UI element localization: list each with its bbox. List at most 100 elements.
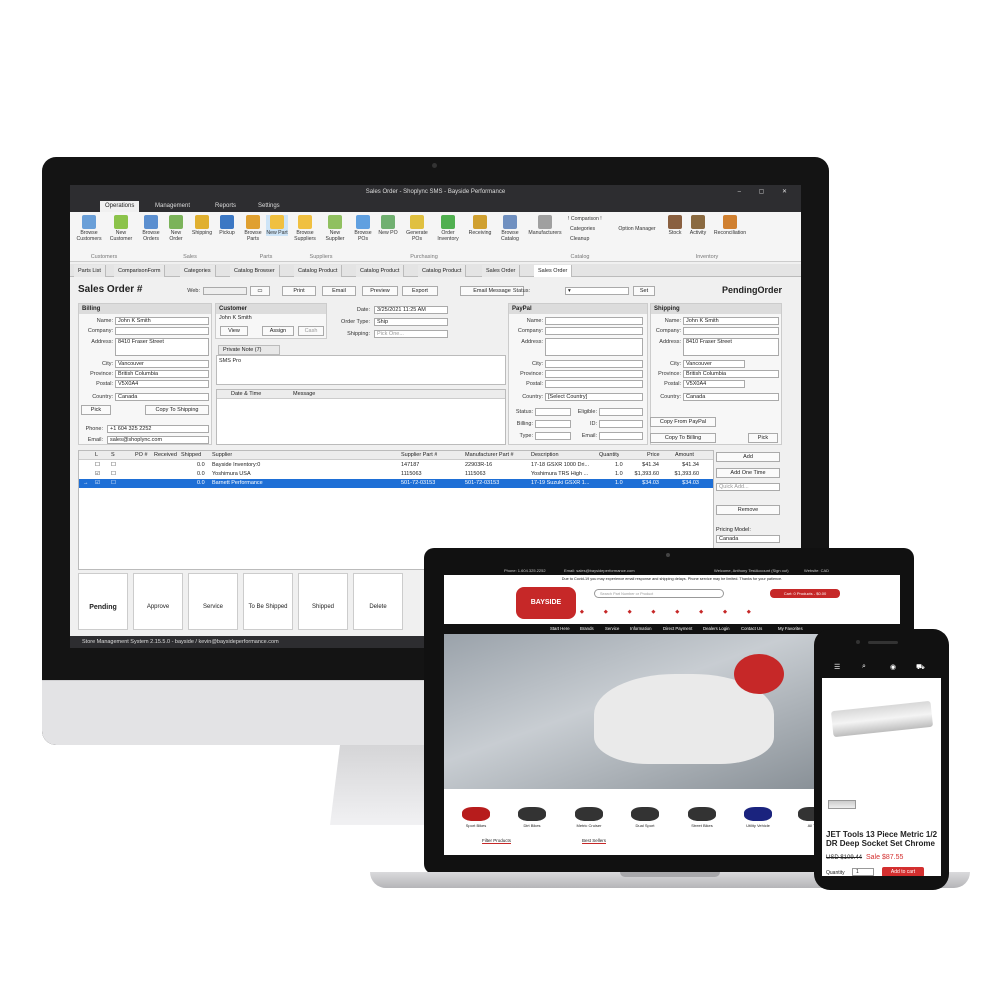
- paypal-address-field[interactable]: [545, 338, 643, 356]
- nav-item[interactable]: Information: [630, 624, 652, 634]
- doc-tab-active[interactable]: Sales Order: [534, 265, 573, 277]
- set-status-button[interactable]: Set: [633, 286, 655, 296]
- stock-button[interactable]: Stock: [664, 215, 686, 236]
- view-customer-button[interactable]: View: [220, 326, 248, 336]
- copy-to-shipping-button[interactable]: Copy To Shipping: [145, 405, 209, 415]
- category-street-bikes[interactable]: Street Bikes: [682, 807, 722, 828]
- pending-status-button[interactable]: Pending: [78, 573, 128, 630]
- row-checkbox-s[interactable]: ☐: [111, 479, 116, 488]
- pricing-model-select[interactable]: Canada: [716, 535, 780, 543]
- browse-suppliers-button[interactable]: Browse Suppliers: [292, 215, 318, 242]
- tab-settings[interactable]: Settings: [253, 201, 285, 212]
- paypal-billing-field[interactable]: [535, 420, 571, 428]
- billing-address-field[interactable]: 8410 Fraser Street: [115, 338, 209, 356]
- assign-customer-button[interactable]: Assign: [262, 326, 294, 336]
- category-utility-vehicle[interactable]: Utility Vehicle: [738, 807, 778, 828]
- shipping-address-field[interactable]: 8410 Fraser Street: [683, 338, 779, 356]
- private-note-tab[interactable]: Private Note (7): [218, 345, 280, 355]
- comparison-button[interactable]: ! Comparison !: [568, 216, 608, 222]
- browse-pos-button[interactable]: Browse POs: [352, 215, 374, 242]
- billing-city-field[interactable]: Vancouver: [115, 360, 209, 368]
- doc-tab[interactable]: Catalog Product: [294, 265, 343, 277]
- email-field[interactable]: sales@shoplync.com: [107, 436, 209, 444]
- nav-item[interactable]: Start Here: [550, 624, 570, 634]
- paypal-status-field[interactable]: [535, 408, 571, 416]
- receiving-button[interactable]: Receiving: [466, 215, 494, 236]
- doc-tab[interactable]: Sales Order: [482, 265, 521, 277]
- add-to-cart-button[interactable]: Add to cart: [882, 867, 924, 876]
- paypal-email-field[interactable]: [599, 432, 643, 440]
- delete-status-button[interactable]: Delete: [353, 573, 403, 630]
- new-part-button[interactable]: New Part: [266, 215, 288, 236]
- billing-province-select[interactable]: British Columbia: [115, 370, 209, 378]
- paypal-company-field[interactable]: [545, 327, 643, 335]
- nav-item[interactable]: Contact Us: [741, 624, 762, 634]
- search-icon[interactable]: ⌕: [862, 663, 866, 671]
- window-controls[interactable]: – ▢ ✕: [738, 185, 795, 199]
- billing-pick-button[interactable]: Pick: [81, 405, 111, 415]
- site-currency[interactable]: Website: CAD: [804, 567, 829, 575]
- user-icon[interactable]: ◉: [890, 663, 896, 671]
- add-item-button[interactable]: Add: [716, 452, 780, 462]
- row-checkbox-s[interactable]: ☐: [111, 461, 116, 470]
- shipping-company-field[interactable]: [683, 327, 779, 335]
- table-row[interactable]: ☐ ☐ 0.0 Bayside Inventory:0 147187 22903R…: [79, 461, 713, 470]
- cleanup-button[interactable]: Cleanup: [570, 236, 610, 242]
- shipped-status-button[interactable]: Shipped: [298, 573, 348, 630]
- billing-company-field[interactable]: [115, 327, 209, 335]
- doc-tab[interactable]: Parts List: [74, 265, 106, 277]
- shipping-postal-field[interactable]: V5X0A4: [683, 380, 745, 388]
- menu-icon[interactable]: ☰: [834, 663, 840, 671]
- preview-button[interactable]: Preview: [362, 286, 398, 296]
- category-dual-sport[interactable]: Dual Sport: [625, 807, 665, 828]
- doc-tab[interactable]: Catalog Product: [418, 265, 467, 277]
- row-checkbox-l[interactable]: ☑: [95, 479, 100, 488]
- doc-tab[interactable]: Catalog Browser: [230, 265, 280, 277]
- quantity-stepper[interactable]: 1: [852, 868, 874, 876]
- billing-name-field[interactable]: John K Smith: [115, 317, 209, 325]
- tab-reports[interactable]: Reports: [210, 201, 241, 212]
- shipping-method-select[interactable]: Pick One...: [374, 330, 448, 338]
- paypal-eligible-field[interactable]: [599, 408, 643, 416]
- paypal-country-select[interactable]: [Select Country]: [545, 393, 643, 401]
- shipping-name-field[interactable]: John K Smith: [683, 317, 779, 325]
- add-one-time-button[interactable]: Add One Time: [716, 468, 780, 478]
- paypal-id-field[interactable]: [599, 420, 643, 428]
- print-button[interactable]: Print: [282, 286, 316, 296]
- to-be-shipped-status-button[interactable]: To Be Shipped: [243, 573, 293, 630]
- private-note-text[interactable]: SMS Pro: [216, 355, 506, 385]
- site-search-input[interactable]: Search Part Number or Product: [594, 589, 724, 598]
- doc-tab[interactable]: Categories: [180, 265, 216, 277]
- option-manager-button[interactable]: Option Manager: [614, 226, 660, 232]
- shipping-button[interactable]: Shipping: [189, 215, 215, 236]
- nav-item[interactable]: Dealers Login: [703, 624, 730, 634]
- service-status-button[interactable]: Service: [188, 573, 238, 630]
- best-sellers-tab[interactable]: Best Sellers: [582, 838, 607, 844]
- copy-to-billing-button[interactable]: Copy To Billing: [650, 433, 716, 443]
- shipping-country-select[interactable]: Canada: [683, 393, 779, 401]
- tab-operations[interactable]: Operations: [100, 201, 140, 212]
- new-po-button[interactable]: New PO: [376, 215, 400, 236]
- paypal-name-field[interactable]: [545, 317, 643, 325]
- approve-status-button[interactable]: Approve: [133, 573, 183, 630]
- site-logo[interactable]: BAYSIDE: [516, 587, 576, 619]
- row-checkbox-l[interactable]: ☑: [95, 470, 100, 479]
- email-button[interactable]: Email: [322, 286, 356, 296]
- category-sport-bikes[interactable]: Sport Bikes: [456, 807, 496, 828]
- table-row[interactable]: ☑ ☐ 0.0 Yoshimura USA 1115063 1115063 Yos…: [79, 470, 713, 479]
- filter-products-tab[interactable]: Filter Products: [482, 838, 512, 844]
- browse-customers-button[interactable]: Browse Customers: [76, 215, 102, 242]
- browse-orders-button[interactable]: Browse Orders: [140, 215, 162, 242]
- new-customer-button[interactable]: New Customer: [108, 215, 134, 242]
- nav-item[interactable]: Service: [605, 624, 619, 634]
- web-link-button[interactable]: ▭: [250, 286, 270, 296]
- row-checkbox-l[interactable]: ☐: [95, 461, 100, 470]
- reconciliation-button[interactable]: Reconciliation: [712, 215, 748, 236]
- copy-from-paypal-button[interactable]: Copy From PayPal: [650, 417, 716, 427]
- tab-management[interactable]: Management: [150, 201, 195, 212]
- cash-customer-button[interactable]: Cash: [298, 326, 324, 336]
- order-type-select[interactable]: Ship: [374, 318, 448, 326]
- product-image[interactable]: [830, 700, 934, 738]
- paypal-type-field[interactable]: [535, 432, 571, 440]
- cart-button[interactable]: Cart: 0 Products - $0.00: [770, 589, 840, 598]
